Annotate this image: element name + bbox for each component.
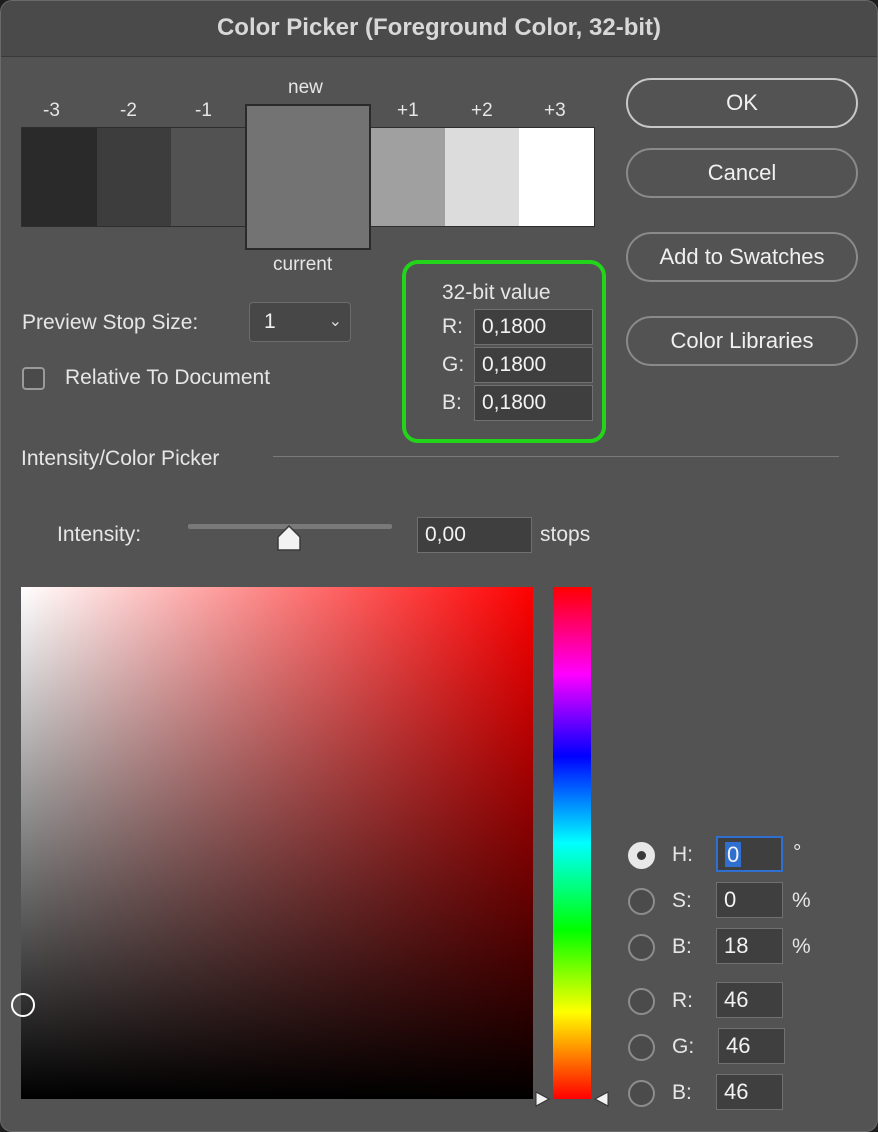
hue-slider-left-arrow[interactable] bbox=[535, 1090, 551, 1108]
preview-stop-size-select[interactable]: 1 ⌄ bbox=[249, 302, 351, 342]
preview-stop-size-value: 1 bbox=[264, 310, 276, 333]
stop-plus3[interactable] bbox=[519, 128, 594, 226]
value32-g-label: G: bbox=[442, 353, 465, 376]
ok-button[interactable]: OK bbox=[626, 78, 858, 128]
intensity-slider-thumb[interactable] bbox=[277, 525, 301, 551]
s-unit: % bbox=[792, 889, 811, 912]
chevron-down-icon: ⌄ bbox=[328, 313, 342, 330]
s-field[interactable]: 0 bbox=[716, 882, 783, 918]
radio-r[interactable] bbox=[628, 988, 655, 1015]
radio-s[interactable] bbox=[628, 888, 655, 915]
radio-rgb-b[interactable] bbox=[628, 1080, 655, 1107]
rgb-b-field[interactable]: 46 bbox=[716, 1074, 783, 1110]
intensity-unit: stops bbox=[540, 523, 591, 546]
section-heading: Intensity/Color Picker bbox=[21, 447, 220, 470]
g-field[interactable]: 46 bbox=[718, 1028, 785, 1064]
value32-b-field[interactable]: 0,1800 bbox=[474, 385, 593, 421]
h-unit: ° bbox=[793, 841, 802, 864]
r-label: R: bbox=[672, 989, 693, 1012]
preview-stop-size-label: Preview Stop Size: bbox=[22, 311, 199, 334]
hue-slider-right-arrow[interactable] bbox=[593, 1090, 609, 1108]
h-label: H: bbox=[672, 843, 693, 866]
value32-r-label: R: bbox=[442, 315, 463, 338]
stop-label-plus2: +2 bbox=[471, 100, 493, 121]
stop-plus2[interactable] bbox=[445, 128, 519, 226]
s-label: S: bbox=[672, 889, 692, 912]
value32-b-label: B: bbox=[442, 391, 462, 414]
cancel-button[interactable]: Cancel bbox=[626, 148, 858, 198]
radio-b[interactable] bbox=[628, 934, 655, 961]
radio-g[interactable] bbox=[628, 1034, 655, 1061]
value32-g-field[interactable]: 0,1800 bbox=[474, 347, 593, 383]
b-unit: % bbox=[792, 935, 811, 958]
add-to-swatches-button[interactable]: Add to Swatches bbox=[626, 232, 858, 282]
dialog-title: Color Picker (Foreground Color, 32-bit) bbox=[1, 1, 877, 57]
relative-to-document-checkbox[interactable] bbox=[22, 367, 45, 390]
color-picker-dialog: Color Picker (Foreground Color, 32-bit) … bbox=[0, 0, 878, 1132]
h-field[interactable]: 0 bbox=[716, 836, 783, 872]
value32-r-field[interactable]: 0,1800 bbox=[474, 309, 593, 345]
stop-label-minus3: -3 bbox=[43, 100, 60, 121]
radio-h[interactable] bbox=[628, 842, 655, 869]
stop-label-minus1: -1 bbox=[195, 100, 212, 121]
stop-label-plus1: +1 bbox=[397, 100, 419, 121]
relative-to-document-label: Relative To Document bbox=[65, 366, 271, 389]
h-value: 0 bbox=[725, 842, 742, 867]
intensity-field[interactable]: 0,00 bbox=[417, 517, 532, 553]
b-label: B: bbox=[672, 935, 692, 958]
r-field[interactable]: 46 bbox=[716, 982, 783, 1018]
intensity-label: Intensity: bbox=[57, 523, 142, 546]
hue-slider[interactable] bbox=[553, 587, 591, 1099]
stop-minus3[interactable] bbox=[22, 128, 97, 226]
color-libraries-button[interactable]: Color Libraries bbox=[626, 316, 858, 366]
rgb-b-label: B: bbox=[672, 1081, 692, 1104]
current-label: current bbox=[273, 254, 333, 275]
stop-minus1[interactable] bbox=[171, 128, 246, 226]
g-label: G: bbox=[672, 1035, 695, 1058]
section-divider bbox=[273, 456, 839, 457]
color-field-marker[interactable] bbox=[11, 993, 35, 1017]
stop-minus2[interactable] bbox=[97, 128, 171, 226]
color-field[interactable] bbox=[21, 587, 533, 1099]
new-label: new bbox=[288, 77, 323, 98]
value32-heading: 32-bit value bbox=[442, 281, 551, 304]
stop-label-plus3: +3 bbox=[544, 100, 566, 121]
stop-label-minus2: -2 bbox=[120, 100, 137, 121]
new-current-swatch[interactable] bbox=[245, 104, 371, 250]
b-field[interactable]: 18 bbox=[716, 928, 783, 964]
stop-plus1[interactable] bbox=[371, 128, 445, 226]
